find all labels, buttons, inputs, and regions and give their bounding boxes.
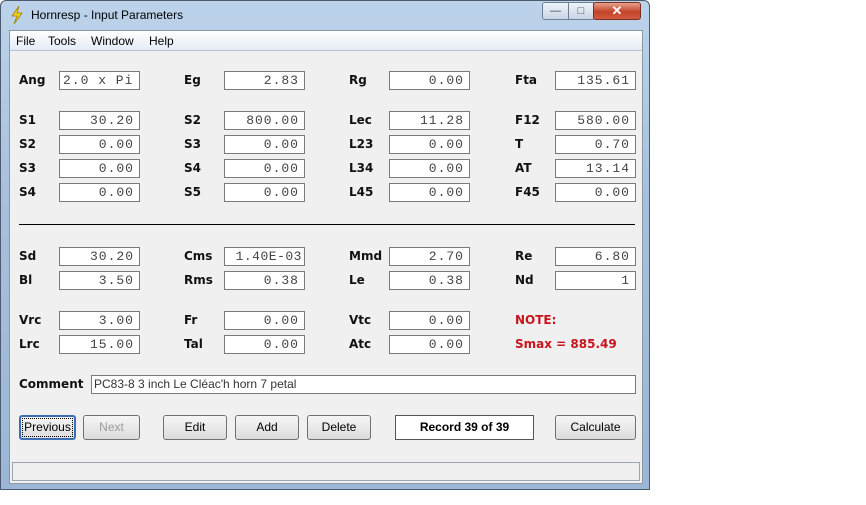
field-rms[interactable]: 0.38 [224, 271, 305, 290]
field-s4[interactable]: 0.00 [224, 159, 305, 178]
label-s2: S2 [184, 113, 201, 127]
label-lrc: Lrc [19, 337, 40, 351]
field-sd[interactable]: 30.20 [59, 247, 140, 266]
field-at[interactable]: 13.14 [555, 159, 636, 178]
record-indicator: Record 39 of 39 [395, 415, 534, 440]
menu-tools[interactable]: Tools [48, 34, 76, 48]
window-title: Hornresp - Input Parameters [31, 8, 184, 22]
label-fr: Fr [184, 313, 198, 327]
field-eg[interactable]: 2.83 [224, 71, 305, 90]
field-le[interactable]: 0.38 [389, 271, 470, 290]
maximize-button[interactable]: □ [568, 2, 594, 20]
label-vrc: Vrc [19, 313, 42, 327]
label-s2-chamber: S2 [19, 137, 36, 151]
label-s5: S5 [184, 185, 201, 199]
field-nd[interactable]: 1 [555, 271, 636, 290]
label-bl: Bl [19, 273, 33, 287]
label-mmd: Mmd [349, 249, 383, 263]
label-eg: Eg [184, 73, 201, 87]
menu-file[interactable]: File [16, 34, 35, 48]
delete-button[interactable]: Delete [307, 415, 371, 440]
label-rg: Rg [349, 73, 367, 87]
calculate-button[interactable]: Calculate [555, 415, 636, 440]
comment-field[interactable]: PC83-8 3 inch Le Cléac'h horn 7 petal [91, 375, 636, 394]
label-fta: Fta [515, 73, 538, 87]
menu-window[interactable]: Window [91, 34, 134, 48]
field-fta[interactable]: 135.61 [555, 71, 636, 90]
field-ang[interactable]: 2.0 x Pi [59, 71, 140, 90]
label-nd: Nd [515, 273, 534, 287]
label-atc: Atc [349, 337, 372, 351]
status-bar [12, 462, 640, 481]
comment-label: Comment [19, 377, 84, 391]
field-l23[interactable]: 0.00 [389, 135, 470, 154]
field-f45[interactable]: 0.00 [555, 183, 636, 202]
field-l45[interactable]: 0.00 [389, 183, 470, 202]
add-button[interactable]: Add [235, 415, 299, 440]
label-lec: Lec [349, 113, 372, 127]
label-sd: Sd [19, 249, 37, 263]
label-vtc: Vtc [349, 313, 372, 327]
section-divider [19, 224, 635, 225]
label-tal: Tal [184, 337, 203, 351]
previous-button[interactable]: Previous [19, 415, 76, 440]
title-bar[interactable]: Hornresp - Input Parameters — □ ✕ [1, 1, 649, 30]
note-label: NOTE: [515, 313, 557, 327]
label-s4: S4 [184, 161, 201, 175]
label-s3-chamber: S3 [19, 161, 36, 175]
label-f45: F45 [515, 185, 540, 199]
field-vtc[interactable]: 0.00 [389, 311, 470, 330]
field-t[interactable]: 0.70 [555, 135, 636, 154]
label-ang: Ang [19, 73, 46, 87]
field-s2[interactable]: 800.00 [224, 111, 305, 130]
label-at: AT [515, 161, 532, 175]
close-button[interactable]: ✕ [593, 2, 641, 20]
field-s3[interactable]: 0.00 [224, 135, 305, 154]
label-l23: L23 [349, 137, 374, 151]
edit-button[interactable]: Edit [163, 415, 227, 440]
field-s1[interactable]: 30.20 [59, 111, 140, 130]
next-button[interactable]: Next [83, 415, 140, 440]
label-rms: Rms [184, 273, 213, 287]
field-mmd[interactable]: 2.70 [389, 247, 470, 266]
maximize-icon: □ [577, 5, 585, 17]
label-s1: S1 [19, 113, 36, 127]
label-re: Re [515, 249, 533, 263]
field-atc[interactable]: 0.00 [389, 335, 470, 354]
lightning-bolt-icon [11, 6, 23, 24]
close-icon: ✕ [611, 3, 623, 18]
field-s2-chamber[interactable]: 0.00 [59, 135, 140, 154]
field-rg[interactable]: 0.00 [389, 71, 470, 90]
field-re[interactable]: 6.80 [555, 247, 636, 266]
field-s3-chamber[interactable]: 0.00 [59, 159, 140, 178]
menu-help[interactable]: Help [149, 34, 174, 48]
label-le: Le [349, 273, 365, 287]
label-l45: L45 [349, 185, 374, 199]
label-l34: L34 [349, 161, 374, 175]
app-window: Hornresp - Input Parameters — □ ✕ File T… [0, 0, 650, 490]
field-l34[interactable]: 0.00 [389, 159, 470, 178]
label-t: T [515, 137, 524, 151]
label-f12: F12 [515, 113, 540, 127]
field-lrc[interactable]: 15.00 [59, 335, 140, 354]
label-s3: S3 [184, 137, 201, 151]
field-s4-chamber[interactable]: 0.00 [59, 183, 140, 202]
field-s5[interactable]: 0.00 [224, 183, 305, 202]
minimize-icon: — [550, 5, 561, 17]
field-cms[interactable]: 1.40E-03 [224, 247, 305, 266]
field-bl[interactable]: 3.50 [59, 271, 140, 290]
smax-note: Smax = 885.49 [515, 337, 617, 351]
menu-bar: File Tools Window Help [10, 31, 642, 51]
minimize-button[interactable]: — [542, 2, 569, 20]
field-tal[interactable]: 0.00 [224, 335, 305, 354]
label-cms: Cms [184, 249, 213, 263]
client-area: File Tools Window Help Ang 2.0 x Pi Eg 2… [9, 30, 643, 484]
field-f12[interactable]: 580.00 [555, 111, 636, 130]
label-s4-chamber: S4 [19, 185, 36, 199]
field-fr[interactable]: 0.00 [224, 311, 305, 330]
field-vrc[interactable]: 3.00 [59, 311, 140, 330]
field-lec[interactable]: 11.28 [389, 111, 470, 130]
